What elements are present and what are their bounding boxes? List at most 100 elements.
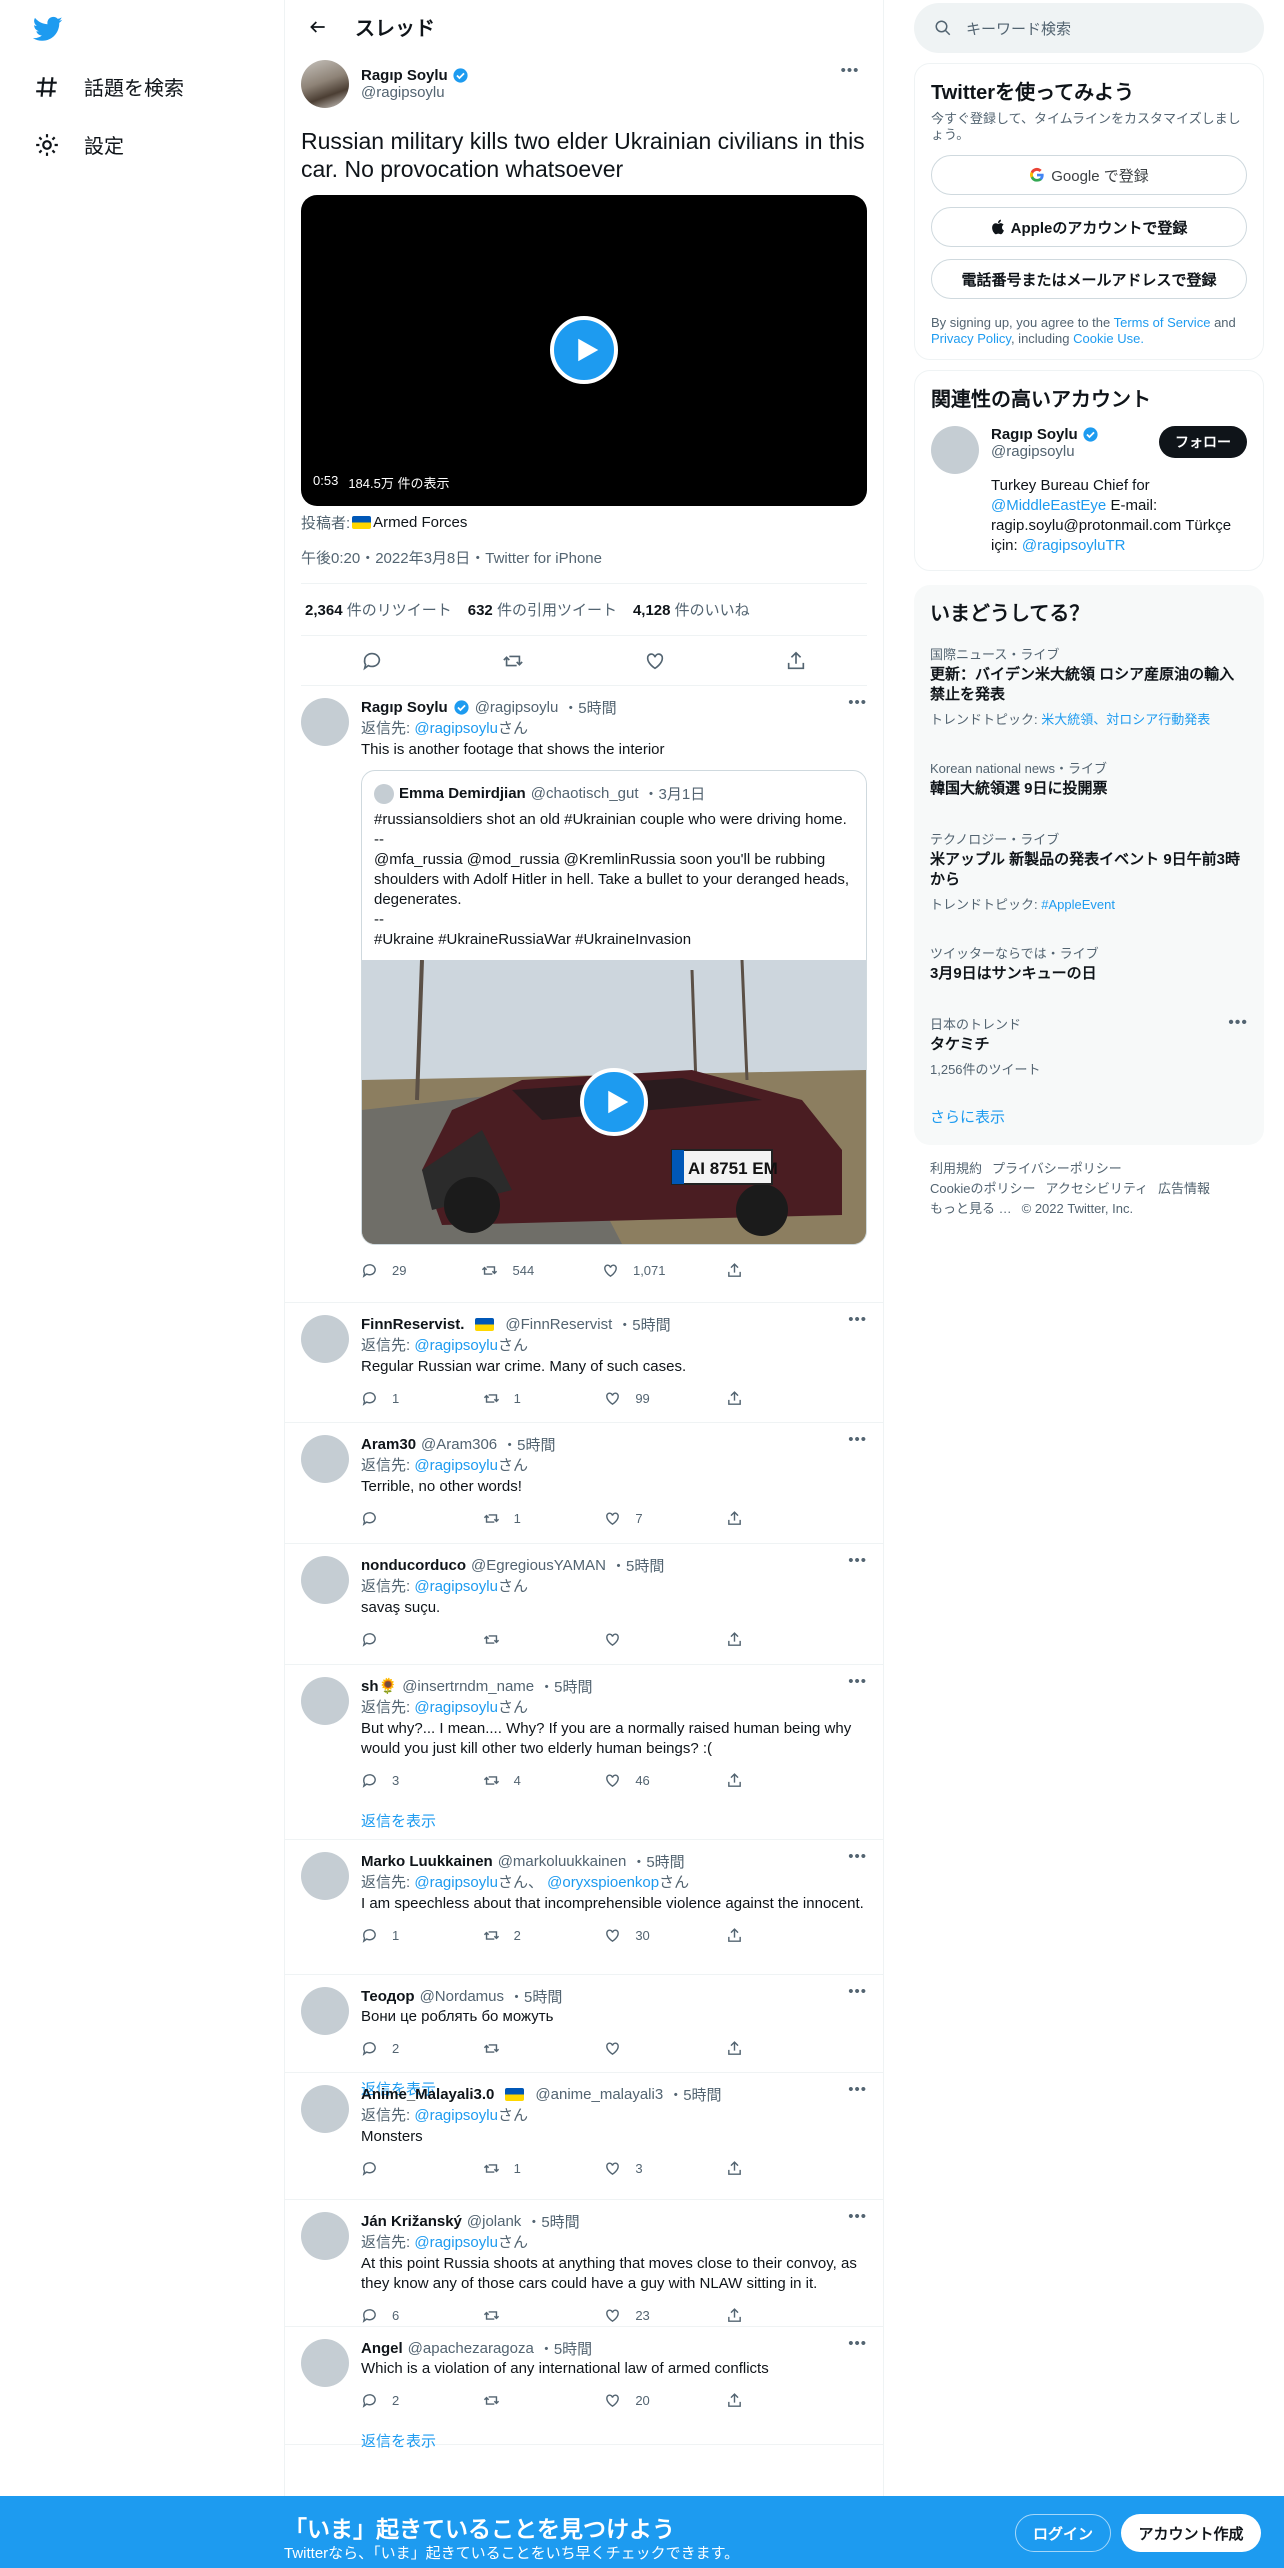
reply-button[interactable]: 29: [361, 1262, 421, 1279]
reply-time[interactable]: ・5時間: [539, 1676, 592, 1697]
reply-tweet[interactable]: Angel @apachezaragoza ・5時間 ••• Which is a vi…: [285, 2327, 883, 2450]
like-button[interactable]: 46: [604, 1772, 664, 1789]
avatar[interactable]: [301, 1435, 349, 1483]
reply-to-link[interactable]: @ragipsoylu: [414, 1699, 498, 1716]
reply-tweet[interactable]: Marko Luukkainen @markoluukkainen ・5時間 ••• 返…: [285, 1840, 883, 1975]
reply-handle[interactable]: @Nordamus: [420, 1988, 504, 2005]
quoted-tweet[interactable]: Emma Demirdjian @chaotisch_gut ・3月1日 #ru…: [361, 770, 867, 1245]
retweet-button[interactable]: [483, 1631, 543, 1648]
reply-author-name[interactable]: nonducorduco: [361, 1557, 466, 1574]
like-button[interactable]: [604, 1631, 664, 1648]
share-button[interactable]: [726, 1510, 786, 1527]
reply-button[interactable]: [361, 2160, 421, 2177]
avatar[interactable]: [301, 60, 349, 108]
reply-button[interactable]: [361, 1631, 421, 1648]
reply-to-link[interactable]: @ragipsoylu: [414, 1457, 498, 1474]
share-icon[interactable]: [785, 650, 807, 672]
share-button[interactable]: [726, 2307, 786, 2324]
reply-handle[interactable]: @Aram306: [421, 1436, 497, 1453]
like-button[interactable]: 1,071: [602, 1262, 666, 1279]
phone-email-signup-button[interactable]: 電話番号またはメールアドレスで登録: [931, 259, 1247, 299]
like-button[interactable]: 3: [604, 2160, 664, 2177]
more-options-icon[interactable]: •••: [848, 2081, 867, 2098]
reply-button[interactable]: 6: [361, 2307, 421, 2324]
share-button[interactable]: [726, 2160, 786, 2177]
reply-time[interactable]: ・5時間: [526, 2211, 579, 2232]
reply-handle[interactable]: @ragipsoylu: [475, 699, 559, 716]
relevant-handle[interactable]: @ragipsoylu: [991, 443, 1141, 460]
footer-link[interactable]: もっと見る …: [930, 1201, 1012, 1216]
reply-tweet[interactable]: FinnReservist. @FinnReservist ・5時間 ••• 返信先: …: [285, 1303, 883, 1423]
reply-handle[interactable]: @jolank: [467, 2213, 521, 2230]
like-button[interactable]: 99: [604, 1390, 664, 1407]
reply-time[interactable]: ・5時間: [668, 2084, 721, 2105]
create-account-button[interactable]: アカウント作成: [1121, 2514, 1261, 2552]
relevant-name[interactable]: Ragıp Soylu: [991, 426, 1078, 443]
avatar[interactable]: [301, 698, 349, 746]
reply-time[interactable]: ・5時間: [539, 2338, 592, 2359]
follow-button[interactable]: フォロー: [1159, 426, 1247, 458]
reply-author-name[interactable]: Marko Luukkainen: [361, 1853, 493, 1870]
share-button[interactable]: [726, 1927, 786, 1944]
like-icon[interactable]: [644, 650, 666, 672]
more-options-icon[interactable]: •••: [848, 694, 867, 711]
reply-button[interactable]: 1: [361, 1927, 421, 1944]
avatar[interactable]: [301, 2085, 349, 2133]
avatar[interactable]: [301, 2339, 349, 2387]
more-options-icon[interactable]: •••: [848, 1311, 867, 1328]
trend-item[interactable]: テクノロジー・ライブ 米アップル 新製品の発表イベント 9日午前3時から トレンドト…: [930, 829, 1248, 913]
reply-to-link[interactable]: @ragipsoylu: [414, 2107, 498, 2124]
more-options-icon[interactable]: •••: [848, 2208, 867, 2225]
reply-author-name[interactable]: Теодор: [361, 1988, 415, 2005]
author-name[interactable]: Ragıp Soylu: [361, 67, 448, 84]
reply-to-link[interactable]: @ragipsoylu: [414, 1578, 498, 1595]
reply-to-link[interactable]: @ragipsoylu: [414, 2234, 498, 2251]
trend-item[interactable]: Korean national news・ライブ 韓国大統領選 9日に投開票: [930, 758, 1248, 799]
more-options-icon[interactable]: •••: [1228, 1014, 1248, 1032]
reply-to-link[interactable]: @ragipsoylu: [414, 1337, 498, 1354]
footer-link[interactable]: アクセシビリティ: [1045, 1181, 1148, 1196]
reply-author-name[interactable]: Anime_Malayali3.0: [361, 2086, 494, 2103]
reply-tweet[interactable]: Ján Križanský @jolank ・5時間 ••• 返信先: @ragipso…: [285, 2200, 883, 2327]
reply-button[interactable]: 2: [361, 2040, 421, 2057]
reply-tweet[interactable]: Aram30 @Aram306 ・5時間 ••• 返信先: @ragipsoyluさん T…: [285, 1423, 883, 1544]
footer-link[interactable]: 利用規約: [930, 1161, 982, 1176]
search-input[interactable]: キーワード検索: [914, 3, 1264, 53]
more-options-icon[interactable]: •••: [848, 1848, 867, 1865]
like-count-link[interactable]: 4,128 件のいいね: [633, 599, 750, 620]
source-name[interactable]: Armed Forces: [373, 514, 467, 531]
reply-time[interactable]: ・5時間: [509, 1986, 562, 2007]
reply-time[interactable]: ・5時間: [617, 1314, 670, 1335]
avatar[interactable]: [301, 1556, 349, 1604]
retweet-button[interactable]: [483, 2307, 543, 2324]
footer-link[interactable]: プライバシーポリシー: [992, 1161, 1122, 1176]
play-button[interactable]: [550, 316, 618, 384]
avatar[interactable]: [931, 426, 979, 474]
more-options-icon[interactable]: •••: [848, 1431, 867, 1448]
trend-item[interactable]: ツイッターならでは・ライブ 3月9日はサンキューの日: [930, 943, 1248, 984]
reply-author-name[interactable]: Ján Križanský: [361, 2213, 462, 2230]
reply-tweet[interactable]: Ragıp Soylu @ragipsoylu ・5時間 ••• 返信先: @ra…: [285, 686, 883, 1303]
retweet-button[interactable]: 2: [483, 1927, 543, 1944]
reply-time[interactable]: ・5時間: [631, 1851, 684, 1872]
share-button[interactable]: [726, 1390, 786, 1407]
login-button[interactable]: ログイン: [1015, 2514, 1111, 2552]
play-button[interactable]: [580, 1068, 648, 1136]
reply-author-name[interactable]: Aram30: [361, 1436, 416, 1453]
footer-link[interactable]: © 2022 Twitter, Inc.: [1022, 1201, 1133, 1216]
reply-tweet[interactable]: sh🌻 @insertrndm_name ・5時間 ••• 返信先: @ragipsoy…: [285, 1665, 883, 1840]
reply-author-name[interactable]: Angel: [361, 2340, 403, 2357]
footer-link[interactable]: 広告情報: [1158, 1181, 1210, 1196]
twitter-logo-icon[interactable]: [33, 14, 63, 44]
bio-link[interactable]: @MiddleEastEye: [991, 497, 1106, 514]
reply-button[interactable]: 3: [361, 1772, 421, 1789]
show-more-trends-link[interactable]: さらに表示: [930, 1106, 1248, 1133]
show-replies-link[interactable]: 返信を表示: [361, 2421, 867, 2459]
reply-time[interactable]: ・5時間: [502, 1434, 555, 1455]
footer-link[interactable]: Cookieのポリシー: [930, 1181, 1035, 1196]
show-replies-link[interactable]: 返信を表示: [361, 1801, 867, 1839]
more-options-icon[interactable]: •••: [833, 53, 867, 87]
trend-topic-link[interactable]: 米大統領、対ロシア行動発表: [1041, 712, 1210, 727]
share-button[interactable]: [726, 1631, 786, 1648]
retweet-button[interactable]: 4: [483, 1772, 543, 1789]
